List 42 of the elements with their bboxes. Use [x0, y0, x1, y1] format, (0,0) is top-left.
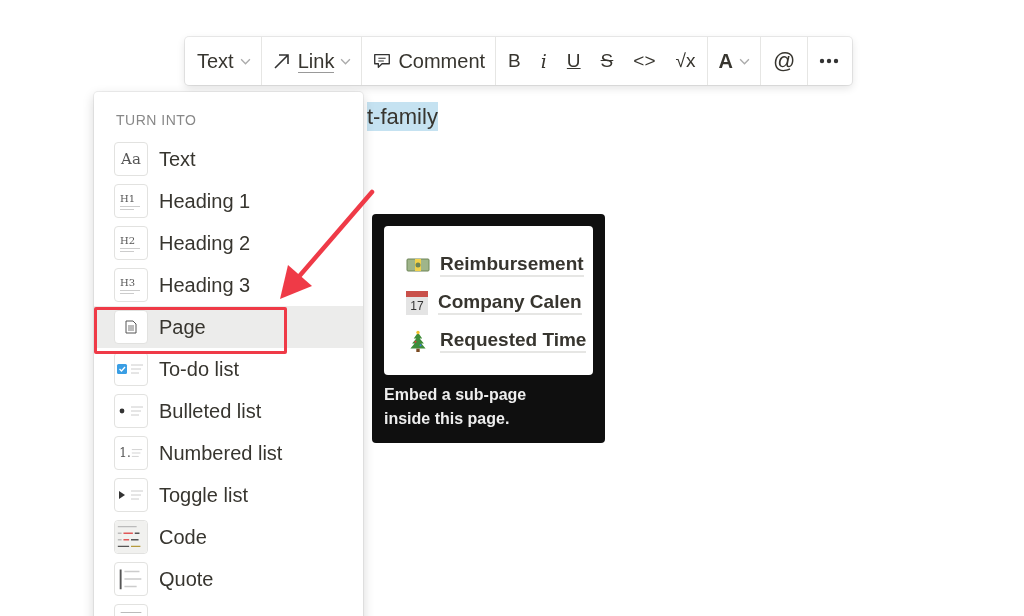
chevron-icon [738, 57, 750, 65]
dropdown-button[interactable]: A [710, 41, 758, 81]
menu-item[interactable]: Aa Text [94, 138, 363, 180]
heading-block-icon: H3 [114, 268, 148, 302]
menu-item[interactable]: Bulleted list [94, 390, 363, 432]
calendar-icon: 17 [406, 291, 428, 315]
menu-item[interactable]: Code [94, 516, 363, 558]
tooltip-description: Embed a sub-page inside this page. [384, 385, 528, 429]
format-button[interactable]: B [498, 41, 531, 81]
heading-block-icon: H2 [114, 226, 148, 260]
comment-button[interactable]: Comment [364, 41, 494, 81]
numbered-block-icon: 1. [114, 436, 148, 470]
menu-heading: TURN INTO [115, 111, 198, 130]
selected-text: t-family [367, 102, 438, 131]
dropdown-button[interactable]: Text [189, 41, 259, 81]
speech-bubble-icon [372, 51, 393, 71]
menu-item[interactable]: To-do list [94, 348, 363, 390]
menu-item[interactable]: H2 Heading 2 [94, 222, 363, 264]
format-button[interactable]: U [556, 41, 591, 81]
code-block-icon [114, 520, 148, 554]
menu-item[interactable]: Page [94, 306, 363, 348]
heading-block-icon: H1 [114, 184, 148, 218]
chevron-icon [239, 57, 251, 65]
todo-block-icon [114, 352, 148, 386]
format-button[interactable]: √x [665, 41, 706, 81]
menu-item[interactable]: Quote [94, 558, 363, 600]
bullet-block-icon [114, 394, 148, 428]
text-block-icon: Aa [114, 142, 148, 176]
quote-block-icon [114, 562, 148, 596]
format-button[interactable]: @ [762, 41, 806, 81]
more-icon [818, 58, 841, 64]
menu-item[interactable]: 1. Numbered list [94, 432, 363, 474]
toggle-block-icon [114, 478, 148, 512]
menu-item[interactable]: H3 Heading 3 [94, 264, 363, 306]
format-button[interactable]: i [530, 41, 557, 81]
chevron-icon [340, 57, 352, 65]
link-button[interactable]: Link [263, 41, 360, 81]
menu-item[interactable]: Toggle list [94, 474, 363, 516]
page-block-icon [114, 310, 148, 344]
format-button[interactable]: S [590, 41, 624, 81]
format-button[interactable]: <> [623, 41, 666, 81]
menu-item[interactable]: H1 Heading 1 [94, 180, 363, 222]
